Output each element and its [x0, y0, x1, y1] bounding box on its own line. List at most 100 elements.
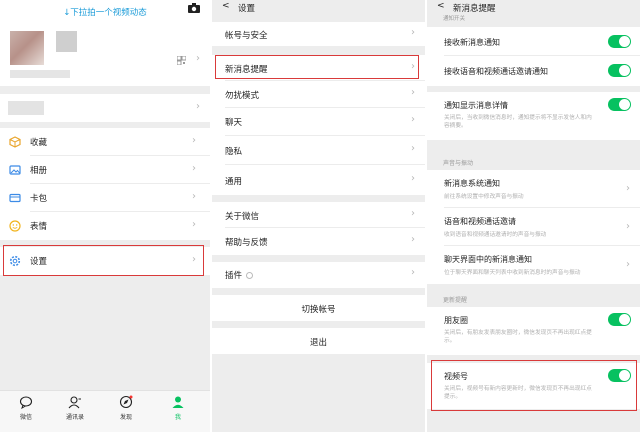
chevron-right-icon: › — [626, 221, 630, 232]
row-description: 收到语音和视频通话邀请时的声音与振动 — [444, 232, 547, 238]
avatar-secondary — [56, 31, 77, 52]
qr-code-icon[interactable] — [177, 56, 186, 65]
chevron-right-icon: › — [192, 135, 196, 146]
settings-item-label: 通用 — [225, 177, 243, 187]
bottom-tab-bar: 微信 通讯录 发现 我 — [0, 390, 210, 432]
receive-new-message-toggle[interactable] — [608, 35, 631, 48]
profile-header: ↓下拉拍一个视频动态 › — [0, 0, 210, 86]
nav-header: < 设置 — [212, 0, 425, 14]
status-blurred — [8, 101, 44, 115]
wechat-id-blurred — [10, 70, 70, 78]
card-wallet-icon — [9, 193, 21, 203]
me-person-icon — [172, 396, 184, 408]
plugin-icon — [246, 272, 254, 279]
chevron-right-icon: › — [411, 173, 415, 184]
system-notification-row[interactable]: 新消息系统通知 前往系统设置中修改声音与振动 › — [427, 170, 640, 208]
section-header: 更新提醒 — [443, 297, 468, 304]
contacts-icon — [68, 396, 81, 409]
receive-call-invite-toggle[interactable] — [608, 64, 631, 77]
tab-me[interactable]: 我 — [157, 395, 199, 421]
row-description: 关闭后，有朋友发表朋友圈时，微信发现页不再出现红点提示。 — [444, 330, 592, 344]
settings-item-do-not-disturb[interactable]: 勿扰模式 › — [212, 81, 425, 108]
menu-item-album[interactable]: 相册 › — [0, 156, 210, 184]
menu-item-favorites[interactable]: 收藏 › — [0, 128, 210, 156]
camera-icon[interactable] — [188, 3, 200, 13]
settings-item-label: 关于微信 — [225, 212, 260, 222]
settings-item-plugins[interactable]: 插件 › — [212, 262, 425, 288]
settings-item-privacy[interactable]: 隐私 › — [212, 136, 425, 165]
section-header: 声音与振动 — [443, 160, 474, 167]
highlight-box — [3, 245, 204, 276]
settings-item-label: 勿扰模式 — [225, 91, 260, 101]
chevron-right-icon: › — [626, 183, 630, 194]
chevron-right-icon: › — [626, 259, 630, 270]
chat-bubble-icon — [19, 396, 33, 409]
nav-header: < 新消息提醒 — [427, 0, 640, 14]
section-header: 通知开关 — [443, 16, 466, 22]
chevron-right-icon: › — [411, 208, 415, 219]
row-description: 前往系统设置中修改声音与振动 — [444, 194, 524, 200]
menu-item-card-wallet[interactable]: 卡包 › — [0, 184, 210, 212]
logout-label: 退出 — [309, 338, 327, 348]
favorites-cube-icon — [9, 136, 21, 148]
page-title: 新消息提醒 — [453, 4, 496, 14]
chevron-right-icon: › — [196, 101, 200, 112]
settings-item-label: 隐私 — [225, 147, 243, 157]
highlight-box — [431, 360, 637, 411]
show-message-detail-row: 通知显示消息详情 关闭后，当收到微信消息时，通知提示将不显示发信人和内容摘要。 — [427, 92, 640, 140]
settings-item-label: 帮助与反馈 — [225, 238, 268, 248]
receive-call-invite-row: 接收语音和视频通话邀请通知 — [427, 56, 640, 86]
logout-button[interactable]: 退出 — [212, 328, 425, 354]
tab-label: 微信 — [19, 414, 32, 421]
row-label: 朋友圈 — [444, 316, 468, 325]
tab-label: 通讯录 — [65, 414, 84, 421]
chevron-right-icon: › — [411, 114, 415, 125]
tab-contacts[interactable]: 通讯录 — [54, 395, 96, 421]
tab-chats[interactable]: 微信 — [5, 395, 47, 421]
settings-item-label: 帐号与安全 — [225, 31, 268, 41]
pull-down-hint[interactable]: ↓下拉拍一个视频动态 — [0, 6, 210, 18]
tab-label: 发现 — [119, 414, 132, 421]
moments-update-toggle[interactable] — [608, 313, 631, 326]
settings-item-help-feedback[interactable]: 帮助与反馈 › — [212, 228, 425, 255]
settings-item-general[interactable]: 通用 › — [212, 165, 425, 195]
settings-item-chat[interactable]: 聊天 › — [212, 108, 425, 136]
chevron-right-icon: › — [411, 234, 415, 245]
settings-item-label: 插件 — [225, 271, 243, 281]
notification-settings-screen: < 新消息提醒 通知开关 接收新消息通知 接收语音和视频通话邀请通知 通知显示消… — [427, 0, 640, 432]
call-invite-sound-row[interactable]: 语音和视频通话邀请 收到语音和视频通话邀请时的声音与振动 › — [427, 208, 640, 246]
in-app-notification-row[interactable]: 聊天界面中的新消息通知 位于聊天界面和聊天列表中收到新消息时的声音与振动 › — [427, 246, 640, 284]
menu-item-stickers[interactable]: 表情 › — [0, 212, 210, 240]
row-label: 接收语音和视频通话邀请通知 — [444, 67, 548, 76]
tab-discover[interactable]: 发现 — [105, 395, 147, 421]
row-label: 通知显示消息详情 — [444, 101, 508, 110]
highlight-box — [215, 55, 419, 79]
menu-label: 表情 — [30, 222, 48, 232]
menu-label: 相册 — [30, 166, 48, 176]
menu-label: 卡包 — [30, 194, 48, 204]
chevron-right-icon: › — [411, 143, 415, 154]
row-label: 接收新消息通知 — [444, 38, 500, 47]
page-title: 设置 — [238, 4, 256, 14]
chevron-right-icon: › — [411, 267, 415, 278]
show-message-detail-toggle[interactable] — [608, 98, 631, 111]
chevron-right-icon: › — [411, 27, 415, 38]
chevron-right-icon: › — [192, 191, 196, 202]
discover-compass-icon — [119, 395, 133, 409]
settings-item-label: 聊天 — [225, 118, 243, 128]
chevron-right-icon: › — [192, 163, 196, 174]
chevron-right-icon: › — [411, 87, 415, 98]
settings-item-account-security[interactable]: 帐号与安全 › — [212, 22, 425, 46]
sticker-smile-icon — [9, 220, 21, 232]
back-arrow-icon[interactable]: < — [437, 1, 445, 11]
me-screen: ↓下拉拍一个视频动态 › › 收藏 › 相册 › 卡包 › 表情 › 设置 › … — [0, 0, 210, 432]
avatar[interactable] — [10, 31, 44, 65]
switch-account-label: 切换帐号 — [301, 305, 336, 315]
switch-account-button[interactable]: 切换帐号 — [212, 295, 425, 321]
settings-item-about[interactable]: 关于微信 › — [212, 202, 425, 228]
tab-label: 我 — [174, 414, 181, 421]
back-arrow-icon[interactable]: < — [222, 1, 230, 11]
row-label: 新消息系统通知 — [444, 179, 500, 188]
status-row[interactable]: › — [0, 94, 210, 122]
moments-update-row: 朋友圈 关闭后，有朋友发表朋友圈时，微信发现页不再出现红点提示。 — [427, 307, 640, 355]
